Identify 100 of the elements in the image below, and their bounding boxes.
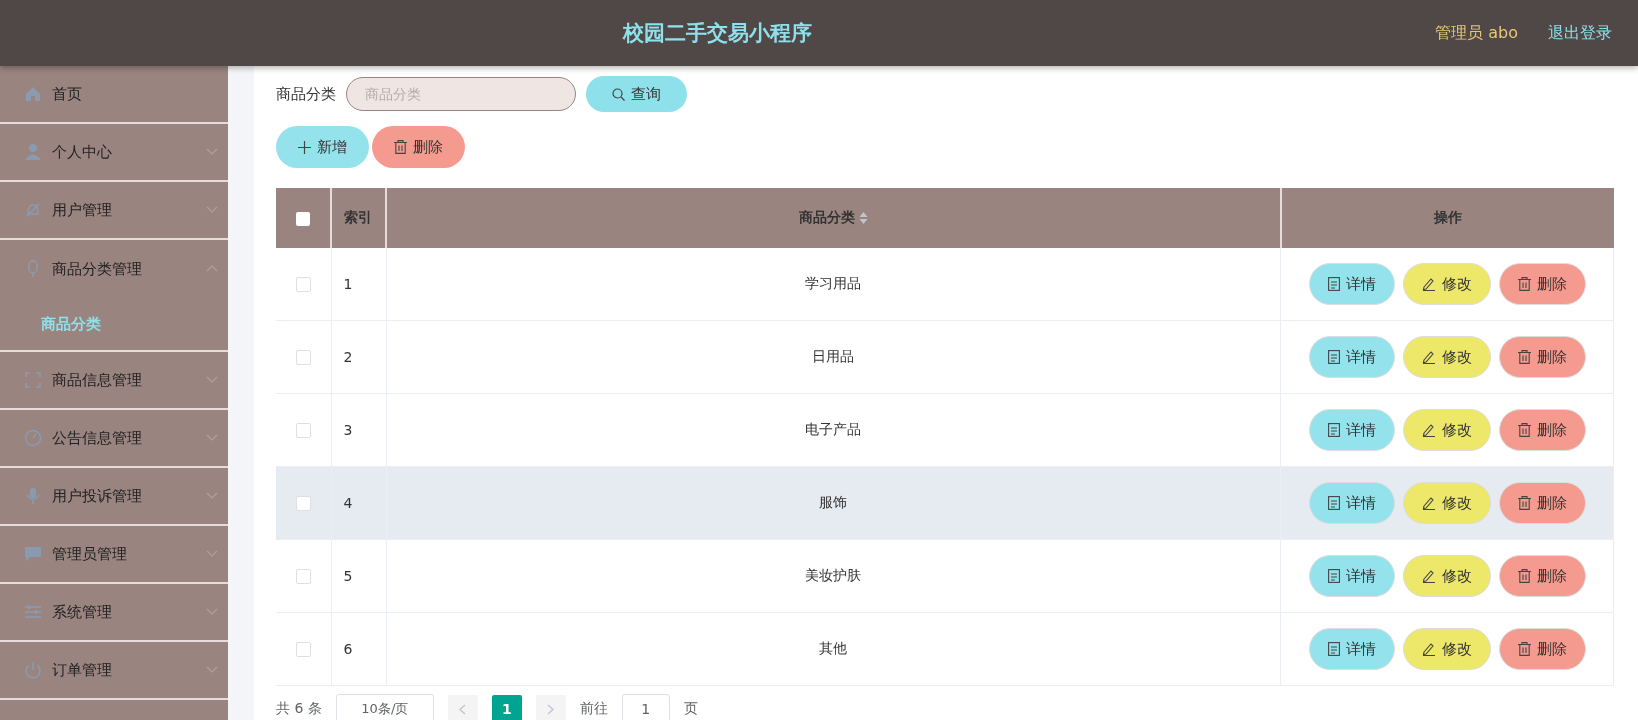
table-cell: 美妆护肤 (386, 539, 1281, 613)
delete-button[interactable]: 删除 (372, 126, 465, 168)
chevron-icon (206, 264, 218, 272)
trash-icon (1517, 642, 1531, 656)
table-cell: 电子产品 (386, 393, 1281, 467)
menu-icon (24, 661, 42, 679)
table-cell: 2 (331, 320, 386, 394)
trash-icon (1517, 423, 1531, 437)
chevron-left-icon (459, 703, 467, 715)
trash-icon (1517, 496, 1531, 510)
chevron-right-icon (547, 703, 555, 715)
page-suffix: 页 (683, 700, 698, 718)
sidebar-item[interactable]: 个人中心 (0, 124, 228, 182)
table-cell: 其他 (386, 612, 1281, 686)
table-cell: 3 (331, 393, 386, 467)
trash-icon (1517, 277, 1531, 291)
select-all-checkbox[interactable] (296, 212, 310, 226)
table-cell: 服饰 (386, 466, 1281, 540)
chevron-icon (206, 148, 218, 156)
logout-link[interactable]: 退出登录 (1548, 22, 1612, 44)
delete-button[interactable]: 删除 (1498, 482, 1586, 524)
pencil-icon (1421, 277, 1436, 291)
row-checkbox[interactable] (295, 350, 311, 366)
menu-icon (24, 429, 42, 447)
chevron-icon (206, 206, 218, 214)
chevron-icon (206, 434, 218, 442)
menu-icon (24, 143, 42, 161)
sidebar-item[interactable]: 系统管理 (0, 584, 228, 642)
prev-page-button[interactable] (447, 695, 478, 720)
document-icon (1327, 642, 1340, 656)
sidebar-item[interactable]: 用户投诉管理 (0, 468, 228, 526)
edit-button[interactable]: 修改 (1402, 409, 1491, 451)
sidebar-item[interactable]: 管理员管理 (0, 526, 228, 584)
pencil-icon (1421, 423, 1436, 437)
detail-button[interactable]: 详情 (1308, 336, 1395, 378)
pencil-icon (1421, 642, 1436, 656)
delete-button[interactable]: 删除 (1498, 409, 1586, 451)
pencil-icon (1421, 569, 1436, 583)
document-icon (1327, 350, 1340, 364)
table-cell: 日用品 (386, 320, 1281, 394)
document-icon (1327, 569, 1340, 583)
edit-button[interactable]: 修改 (1402, 482, 1491, 524)
delete-button[interactable]: 删除 (1498, 628, 1586, 670)
menu-icon (24, 371, 42, 389)
detail-button[interactable]: 详情 (1308, 482, 1395, 524)
column-header: 索引 (331, 188, 386, 248)
detail-button[interactable]: 详情 (1308, 409, 1395, 451)
edit-button[interactable]: 修改 (1402, 263, 1491, 305)
add-button[interactable]: 新增 (276, 126, 369, 168)
plus-icon (298, 140, 311, 154)
row-checkbox[interactable] (295, 569, 311, 585)
row-checkbox[interactable] (295, 423, 311, 439)
row-checkbox[interactable] (295, 277, 311, 293)
edit-button[interactable]: 修改 (1402, 628, 1491, 670)
edit-button[interactable]: 修改 (1402, 555, 1491, 597)
trash-icon (394, 140, 407, 154)
search-icon (612, 87, 625, 101)
chevron-icon (206, 608, 218, 616)
menu-icon (24, 85, 42, 103)
goto-label: 前往 (579, 700, 608, 718)
detail-button[interactable]: 详情 (1308, 628, 1395, 670)
row-checkbox[interactable] (295, 496, 311, 512)
sidebar-item[interactable]: 订单管理 (0, 642, 228, 700)
chevron-icon (206, 550, 218, 558)
app-title: 校园二手交易小程序 (621, 20, 814, 47)
search-field[interactable]: 商品分类 (346, 77, 576, 111)
sidebar-item[interactable]: 公告信息管理 (0, 410, 228, 468)
document-icon (1327, 277, 1340, 291)
total-count: 共 6 条 (276, 700, 322, 718)
trash-icon (1517, 350, 1531, 364)
table-cell: 1 (331, 248, 386, 321)
row-checkbox[interactable] (295, 642, 311, 658)
page-size-select[interactable]: 10条/页 (335, 694, 434, 720)
sidebar-item[interactable]: 首页 (0, 66, 228, 124)
delete-button[interactable]: 删除 (1498, 336, 1586, 378)
pencil-icon (1421, 496, 1436, 510)
chevron-icon (206, 492, 218, 500)
column-header[interactable]: 商品分类 (798, 209, 855, 225)
sidebar-item[interactable]: 商品分类管理 (0, 240, 228, 298)
pencil-icon (1421, 350, 1436, 364)
delete-button[interactable]: 删除 (1498, 263, 1586, 305)
delete-button[interactable]: 删除 (1498, 555, 1586, 597)
detail-button[interactable]: 详情 (1308, 263, 1395, 305)
sidebar-item[interactable]: 商品信息管理 (0, 352, 228, 410)
goto-page-field[interactable]: 1 (621, 694, 670, 720)
search-label: 商品分类 (276, 84, 336, 104)
table-cell: 学习用品 (386, 248, 1281, 321)
search-button[interactable]: 查询 (586, 76, 687, 112)
trash-icon (1517, 569, 1531, 583)
next-page-button[interactable] (535, 695, 566, 720)
detail-button[interactable]: 详情 (1308, 555, 1395, 597)
table-cell: 5 (331, 539, 386, 613)
menu-icon (24, 201, 42, 219)
table-cell: 6 (331, 612, 386, 686)
chevron-icon (206, 666, 218, 674)
edit-button[interactable]: 修改 (1402, 336, 1491, 378)
document-icon (1327, 496, 1340, 510)
menu-icon (24, 487, 42, 505)
sort-icon[interactable] (858, 211, 868, 225)
sidebar-item[interactable]: 用户管理 (0, 182, 228, 240)
